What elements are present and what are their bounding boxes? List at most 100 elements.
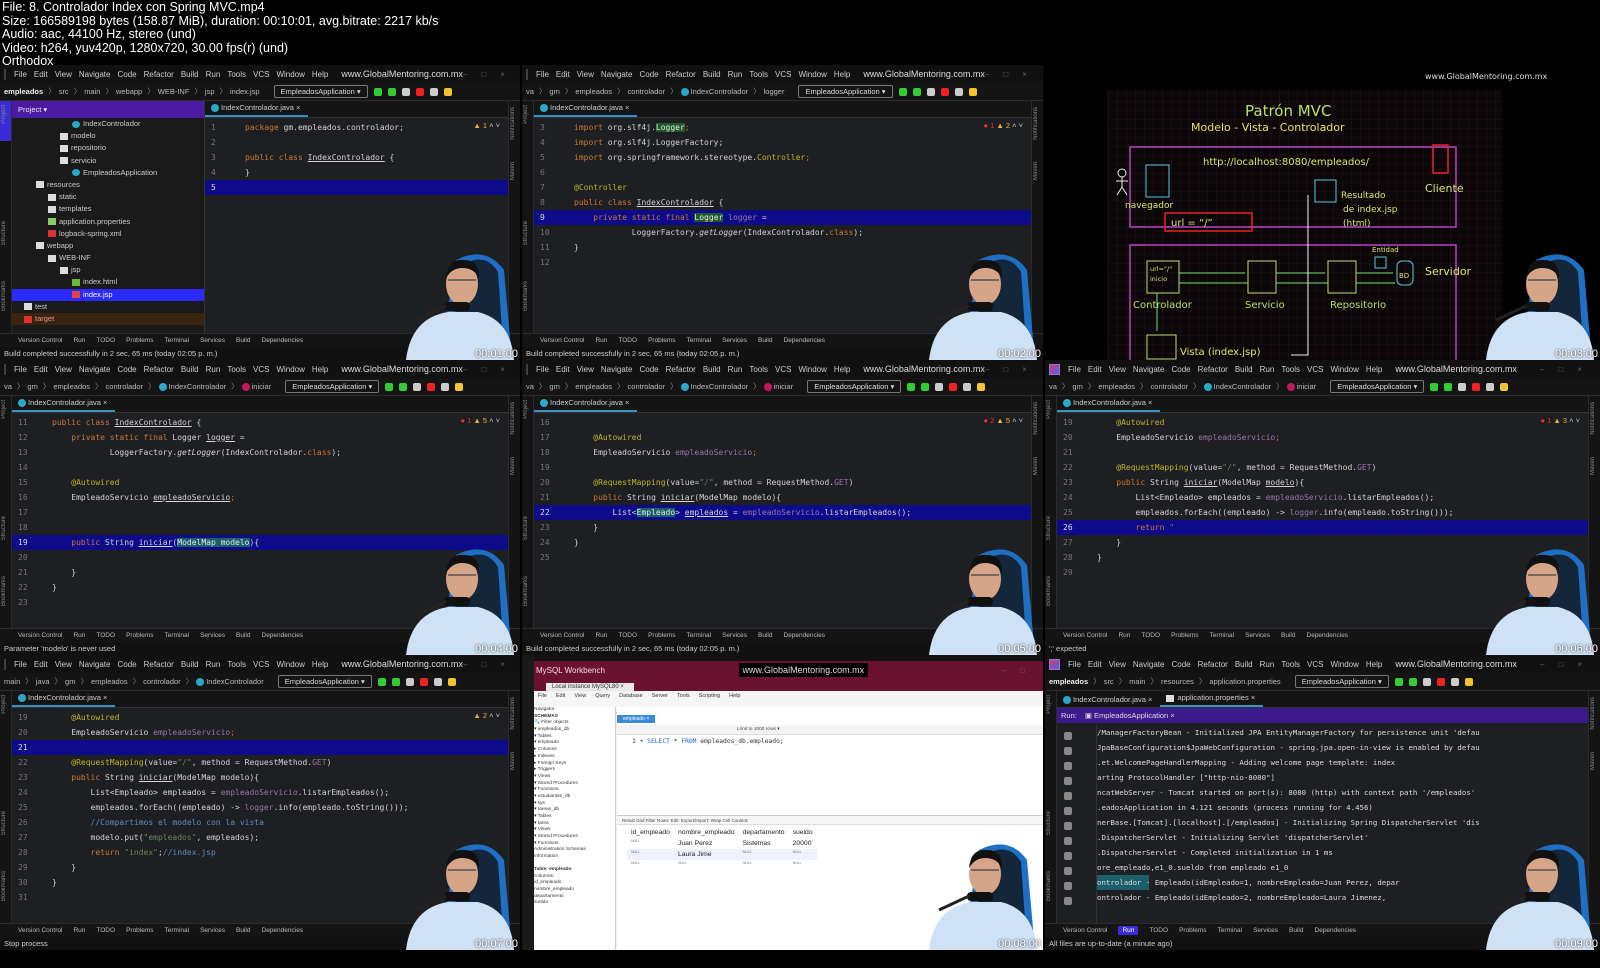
menu-edit[interactable]: Edit (556, 693, 565, 699)
menu-build[interactable]: Build (703, 365, 721, 374)
stop-icon[interactable] (949, 382, 958, 391)
strip-notifications[interactable]: Notifications (1033, 107, 1039, 140)
tree-item[interactable]: templates (12, 203, 204, 215)
tool-problems[interactable]: Problems (126, 337, 153, 344)
stop-icon[interactable] (940, 87, 949, 96)
result-row[interactable]: NULL Laura Jime NULL NULL (627, 849, 817, 860)
strip-structure[interactable]: Structure (1046, 811, 1052, 835)
update-icon[interactable] (977, 382, 986, 391)
tree-item[interactable]: webapp (12, 240, 204, 252)
tool-todo[interactable]: TODO (618, 632, 637, 639)
search-icon[interactable] (433, 677, 442, 686)
menu-help[interactable]: Help (1366, 365, 1382, 374)
strip-notifications[interactable]: Notifications (510, 107, 516, 140)
menu-navigate[interactable]: Navigate (1133, 660, 1165, 669)
coverage-icon[interactable] (926, 87, 935, 96)
tree-item[interactable]: IndexControlador (12, 118, 204, 130)
menu-vcs[interactable]: VCS (775, 365, 791, 374)
debug-icon[interactable] (912, 87, 921, 96)
run-configuration-select[interactable]: EmpleadosApplication ▾ (1294, 675, 1389, 688)
menu-tools[interactable]: Tools (749, 70, 768, 79)
tool-run[interactable]: Run (73, 632, 85, 639)
menu-edit[interactable]: Edit (34, 660, 48, 669)
menu-edit[interactable]: Edit (34, 70, 48, 79)
debug-icon[interactable] (399, 382, 408, 391)
restart-icon[interactable] (1064, 852, 1072, 860)
menu-build[interactable]: Build (703, 70, 721, 79)
schema-tree-item[interactable]: ▸ Triggers (534, 767, 615, 774)
breadcrumb-item[interactable]: empleados (4, 87, 43, 96)
menu-vcs[interactable]: VCS (1307, 365, 1323, 374)
breadcrumb-item[interactable]: main (1129, 677, 1145, 686)
breadcrumb-item[interactable]: iniciar (763, 382, 793, 391)
tool-todo[interactable]: TODO (1149, 927, 1168, 934)
menu-help[interactable]: Help (312, 365, 328, 374)
breadcrumb-item[interactable]: controlador (1151, 382, 1189, 391)
strip-bookmarks[interactable]: Bookmarks (523, 281, 529, 311)
menu-help[interactable]: Help (1366, 660, 1382, 669)
editor-tab[interactable]: IndexControlador.java × (534, 398, 638, 412)
menu-run[interactable]: Run (1260, 365, 1275, 374)
menu-run[interactable]: Run (728, 70, 743, 79)
rerun-icon[interactable] (1394, 677, 1403, 686)
coverage-icon[interactable] (1422, 677, 1431, 686)
result-cell[interactable]: Laura Jime (674, 849, 739, 860)
update-icon[interactable] (447, 677, 456, 686)
menu-code[interactable]: Code (1171, 660, 1190, 669)
tool-todo[interactable]: TODO (96, 632, 115, 639)
tool-terminal[interactable]: Terminal (1218, 927, 1243, 934)
tool-build[interactable]: Build (236, 927, 250, 934)
strip-bookmarks[interactable]: Bookmarks (1, 281, 7, 311)
result-toolbar-item[interactable]: Export/Import: (681, 818, 711, 823)
tool-version-control[interactable]: Version Control (540, 632, 584, 639)
project-title[interactable]: Project ▾ (18, 105, 47, 114)
menu-code[interactable]: Code (1171, 365, 1190, 374)
strip-project[interactable]: Project (1, 105, 7, 124)
coverage-icon[interactable] (1458, 382, 1467, 391)
tree-item[interactable]: repositorio (12, 142, 204, 154)
menu-view[interactable]: View (574, 693, 586, 699)
tool-terminal[interactable]: Terminal (1210, 632, 1235, 639)
strip-project[interactable]: Project (523, 400, 529, 419)
result-cell[interactable]: NULL (627, 838, 674, 849)
breadcrumb-item[interactable]: gm (549, 382, 559, 391)
breadcrumb-item[interactable]: WEB-INF (158, 87, 190, 96)
menu-file[interactable]: File (536, 365, 549, 374)
breadcrumb-item[interactable]: empleados (91, 677, 128, 686)
window-controls[interactable]: –□× (1540, 660, 1600, 669)
search-icon[interactable] (1450, 677, 1459, 686)
breadcrumb-item[interactable]: iniciar (1286, 382, 1316, 391)
menu-vcs[interactable]: VCS (253, 70, 269, 79)
menu-navigate[interactable]: Navigate (601, 70, 633, 79)
update-icon[interactable] (968, 87, 977, 96)
tree-item[interactable]: index.jsp (12, 288, 204, 301)
menu-window[interactable]: Window (276, 70, 304, 79)
tool-version-control[interactable]: Version Control (18, 337, 62, 344)
menu-edit[interactable]: Edit (556, 365, 570, 374)
tool-services[interactable]: Services (200, 927, 225, 934)
result-cell[interactable]: NULL (739, 860, 789, 871)
tool-dependencies[interactable]: Dependencies (1307, 632, 1349, 639)
debug-icon[interactable] (391, 677, 400, 686)
schema-tree-item[interactable]: ▾ Views (534, 774, 615, 781)
stop-icon[interactable] (1064, 792, 1072, 800)
menu-window[interactable]: Window (276, 660, 304, 669)
tool-build[interactable]: Build (758, 337, 772, 344)
breadcrumb-item[interactable]: IndexControlador (1203, 382, 1271, 391)
strip-maven[interactable]: Maven (1033, 457, 1039, 475)
strip-bookmarks[interactable]: Bookmarks (1046, 576, 1052, 606)
exit-icon[interactable] (1064, 882, 1072, 890)
tool-problems[interactable]: Problems (1179, 927, 1206, 934)
menu-code[interactable]: Code (117, 365, 136, 374)
menu-run[interactable]: Run (728, 365, 743, 374)
schema-tree-item[interactable]: ▾ Tables (534, 814, 615, 821)
breadcrumb-item[interactable]: logger (764, 87, 785, 96)
strip-notifications[interactable]: Notifications (510, 697, 516, 730)
rerun-icon[interactable] (373, 87, 382, 96)
menu-build[interactable]: Build (181, 365, 199, 374)
breadcrumb-item[interactable]: gm (1072, 382, 1082, 391)
tool-problems[interactable]: Problems (126, 632, 153, 639)
strip-notifications[interactable]: Notifications (510, 402, 516, 435)
menu-file[interactable]: File (536, 70, 549, 79)
window-controls[interactable]: –□× (985, 70, 1043, 79)
